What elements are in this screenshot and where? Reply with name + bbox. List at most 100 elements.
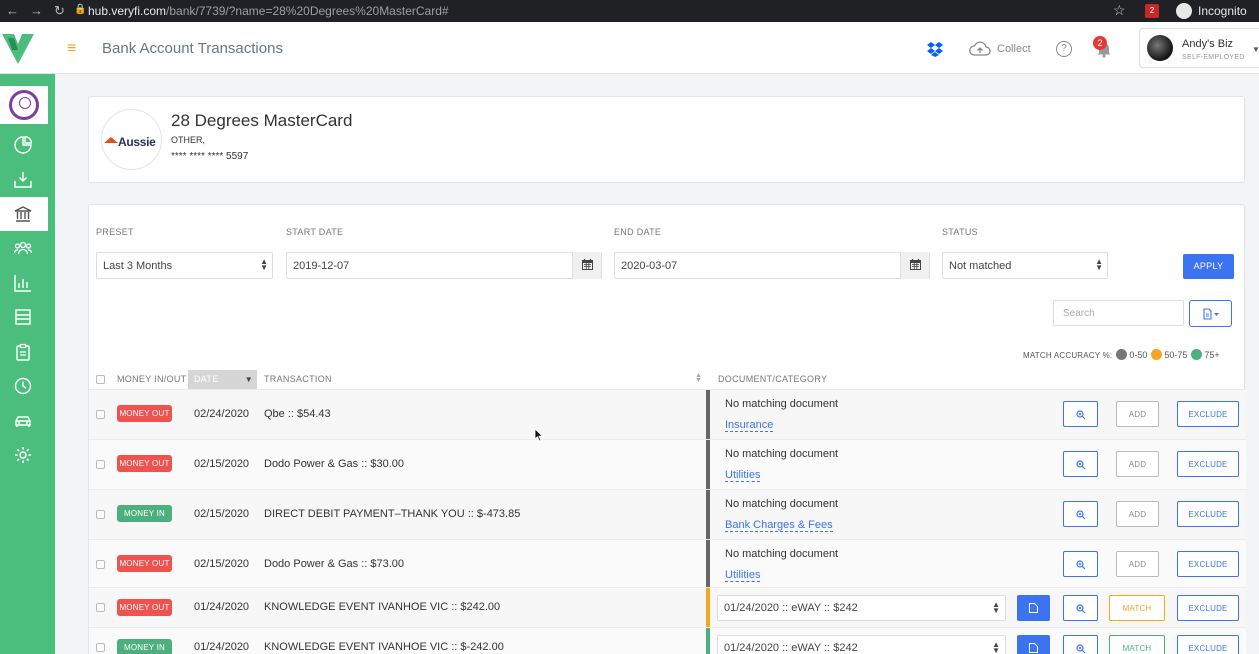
add-button[interactable]: ADD [1116,451,1159,477]
start-date-label: START DATE [286,227,344,237]
exclude-button[interactable]: EXCLUDE [1177,551,1239,577]
sidebar-item-contacts[interactable] [0,231,48,265]
category-link[interactable]: Utilities [725,569,761,582]
select-all-checkbox[interactable] [96,375,105,384]
end-calendar-button[interactable] [900,252,929,279]
mouse-cursor-icon [534,428,544,442]
sidebar-item-bank[interactable] [0,197,48,231]
apply-button[interactable]: APPLY [1183,254,1234,279]
address-bar[interactable]: hub.veryfi.com/bank/7739/?name=28%20Degr… [88,4,449,18]
row-checkbox[interactable] [96,560,105,569]
document-list-icon [15,309,31,325]
account-name: 28 Degrees MasterCard [171,111,353,130]
exclude-button[interactable]: EXCLUDE [1177,595,1239,621]
start-date-input[interactable]: 2019-12-07 [286,252,602,279]
clock-icon [14,377,32,395]
category-link[interactable]: Insurance [725,419,774,432]
back-icon[interactable]: ← [6,3,19,18]
add-button[interactable]: ADD [1116,401,1159,427]
zoom-button[interactable] [1063,501,1098,527]
sidebar-item-mileage[interactable] [0,404,48,438]
transaction-column-header[interactable]: TRANSACTION [264,374,332,384]
status-select[interactable]: Not matched ▲ ▼ [942,252,1108,279]
hamburger-menu-icon[interactable]: ≡ [67,40,76,58]
sidebar-item-clipboard[interactable] [0,335,48,369]
low-accuracy-dot [1116,349,1128,360]
magnify-icon [1076,644,1086,654]
status-value: Not matched [949,260,1012,272]
sidebar-item-time[interactable] [0,369,48,403]
cloud-upload-icon[interactable] [969,41,991,57]
document-match-select[interactable]: 01/24/2020 :: eWAY :: $242 ▲ ▼ [717,635,1006,654]
magnify-icon [1076,460,1086,470]
veryfi-logo[interactable] [2,32,34,66]
notification-badge: 2 [1093,36,1107,50]
help-icon[interactable]: ? [1056,41,1072,57]
category-link[interactable]: Bank Charges & Fees [725,519,833,532]
account-number: **** **** **** 5597 [171,151,249,162]
start-calendar-button[interactable] [572,252,601,279]
transaction-date: 02/15/2020 [194,458,250,470]
add-button[interactable]: ADD [1116,501,1159,527]
account-card: Aussie 28 Degrees MasterCard OTHER, ****… [88,96,1245,183]
export-dropdown-button[interactable] [1189,300,1232,327]
money-column-header[interactable]: MONEY IN/OUT [117,374,186,384]
zoom-button[interactable] [1063,401,1098,427]
sort-icon[interactable]: ▲ ▼ [695,372,702,384]
document-status: No matching document [725,398,839,410]
document-status: No matching document [725,548,839,560]
zoom-button[interactable] [1063,595,1098,621]
view-document-button[interactable] [1017,635,1050,654]
transaction-description: Qbe :: $54.43 [264,408,331,420]
money-out-badge: MONEY OUT [117,455,172,472]
end-date-value: 2020-03-07 [621,260,678,272]
zoom-button[interactable] [1063,635,1098,654]
match-button[interactable]: MATCH [1109,635,1165,654]
search-input[interactable]: Search [1053,300,1184,326]
preset-select[interactable]: Last 3 Months ▲ ▼ [96,252,273,279]
incognito-icon[interactable] [1176,3,1192,19]
date-column-header[interactable]: DATE ▼ [188,370,257,389]
aussie-roof-icon [104,137,118,143]
row-checkbox[interactable] [96,460,105,469]
clipboard-icon [16,343,30,361]
sidebar-item-documents[interactable] [0,300,48,334]
exclude-button[interactable]: EXCLUDE [1177,501,1239,527]
forward-icon[interactable]: → [30,3,43,18]
user-menu[interactable]: Andy's Biz SELF-EMPLOYED ▼ [1139,28,1259,68]
date-column-label: DATE [194,374,219,384]
exclude-button[interactable]: EXCLUDE [1177,635,1239,654]
zoom-button[interactable] [1063,451,1098,477]
row-checkbox[interactable] [96,603,105,612]
table-row: MONEY OUT 01/24/2020 KNOWLEDGE EVENT IVA… [89,587,1246,628]
collect-button[interactable]: Collect [997,43,1031,55]
dropbox-icon[interactable] [927,41,943,57]
sidebar-item-settings[interactable] [0,438,48,472]
select-arrows-icon: ▲ ▼ [992,640,1000,654]
exclude-button[interactable]: EXCLUDE [1177,401,1239,427]
view-document-button[interactable] [1017,595,1050,621]
table-header: MONEY IN/OUT DATE ▼ TRANSACTION ▲ ▼ DOCUM… [89,370,1246,389]
bookmark-star-icon[interactable]: ☆ [1113,2,1126,19]
calendar-icon [910,259,921,270]
row-checkbox[interactable] [96,643,105,652]
sidebar-item-inbox[interactable] [0,163,48,197]
accuracy-stripe [706,490,710,540]
select-arrows-icon: ▲ ▼ [1095,257,1103,272]
match-button[interactable]: MATCH [1109,595,1165,621]
sidebar-item-dashboard[interactable] [0,128,48,162]
extension-icon[interactable]: 2 [1145,4,1159,18]
reload-icon[interactable]: ↻ [54,3,65,19]
zoom-button[interactable] [1063,551,1098,577]
category-link[interactable]: Utilities [725,469,761,482]
document-match-select[interactable]: 01/24/2020 :: eWAY :: $242 ▲ ▼ [717,595,1006,621]
add-button[interactable]: ADD [1116,551,1159,577]
app-header: ≡ Bank Account Transactions Collect ? 2 … [0,22,1259,74]
row-checkbox[interactable] [96,410,105,419]
exclude-button[interactable]: EXCLUDE [1177,451,1239,477]
start-date-value: 2019-12-07 [293,260,350,272]
sidebar-item-reports[interactable] [0,266,48,300]
end-date-input[interactable]: 2020-03-07 [614,252,930,279]
row-checkbox[interactable] [96,510,105,519]
calendar-icon [582,259,593,270]
